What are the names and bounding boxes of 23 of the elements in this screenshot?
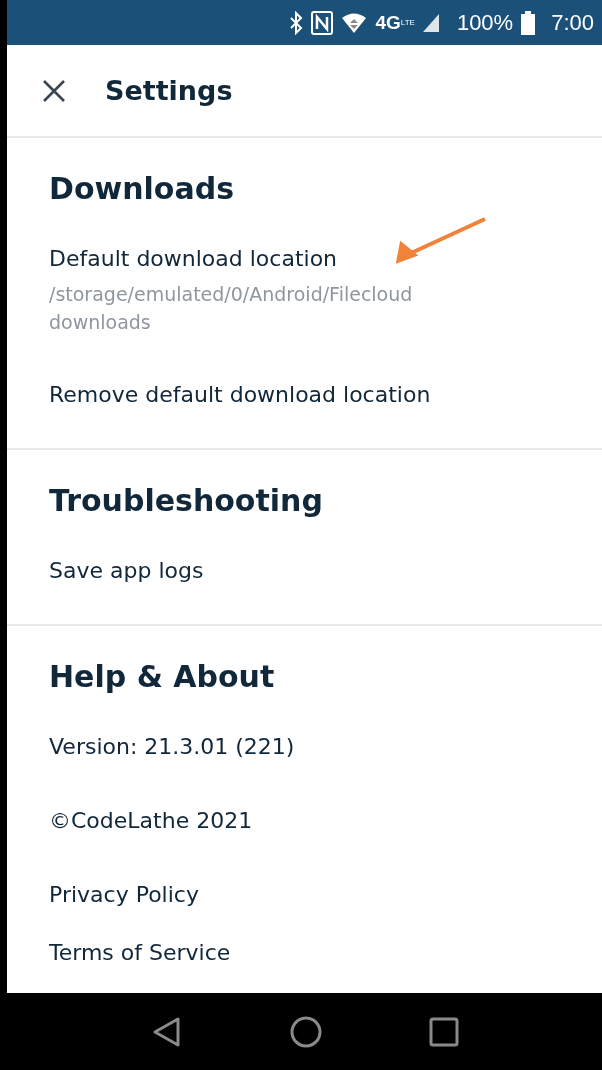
signal-icon: [422, 13, 439, 32]
screen-title: Settings: [105, 75, 233, 106]
settings-item[interactable]: Version: 21.3.01 (221): [49, 710, 602, 784]
settings-item[interactable]: Privacy Policy: [49, 858, 602, 932]
section-heading: Downloads: [49, 170, 236, 208]
home-icon[interactable]: [289, 1014, 324, 1049]
network-subtype: LTE: [400, 18, 415, 27]
overview-icon[interactable]: [429, 1016, 460, 1047]
wifi-icon: [341, 11, 368, 34]
nfc-icon: [311, 10, 334, 35]
settings-item[interactable]: ©CodeLathe 2021: [49, 784, 602, 858]
close-icon: [43, 79, 65, 102]
settings-item[interactable]: Save app logs: [49, 534, 602, 608]
battery-level: 100%: [456, 9, 514, 36]
settings-item[interactable]: Remove default download location: [49, 358, 602, 432]
section-heading: Help & About: [49, 658, 276, 696]
battery-icon: [521, 10, 536, 35]
bluetooth-icon: [289, 10, 304, 35]
clock: 7:00: [551, 9, 594, 36]
network-type: 4G: [375, 11, 401, 34]
settings-item[interactable]: Default download location /storage/emulated/0/Android/Filecloud downloads: [49, 222, 602, 358]
settings-item[interactable]: Terms of Service: [49, 932, 602, 968]
section-heading: Troubleshooting: [49, 482, 324, 520]
